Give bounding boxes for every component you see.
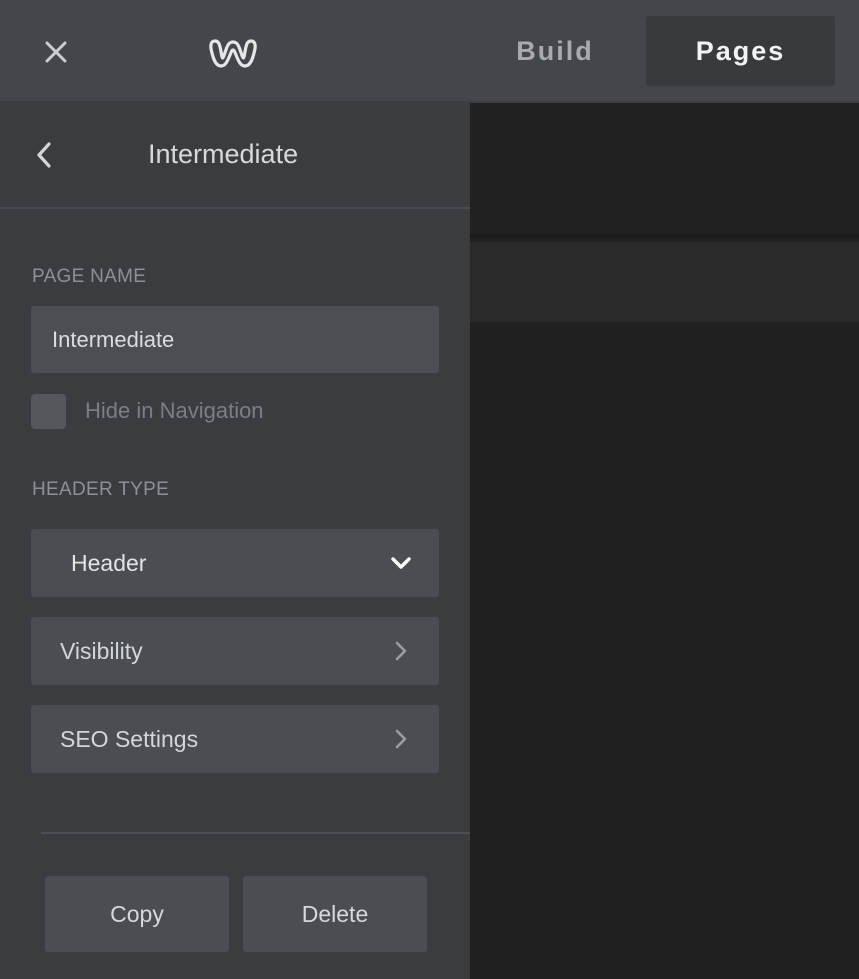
close-button[interactable]	[36, 32, 76, 72]
sidebar-header: Intermediate	[0, 103, 470, 209]
chevron-down-icon	[391, 557, 411, 569]
top-bar: Build Pages	[0, 0, 859, 103]
tab-build[interactable]: Build	[490, 16, 620, 86]
page-preview-canvas	[470, 103, 859, 979]
copy-button[interactable]: Copy	[45, 876, 229, 952]
editor-app: Build Pages Intermediate PAGE NAME Hide …	[0, 0, 859, 979]
delete-button[interactable]: Delete	[243, 876, 427, 952]
preview-nav-band	[470, 242, 859, 322]
back-button[interactable]	[24, 133, 64, 177]
header-type-value: Header	[71, 549, 147, 576]
visibility-row[interactable]: Visibility	[31, 617, 439, 685]
hide-in-navigation-label: Hide in Navigation	[85, 398, 264, 423]
section-divider	[41, 832, 470, 834]
visibility-label: Visibility	[60, 637, 143, 664]
page-name-input[interactable]	[31, 306, 439, 373]
hide-in-navigation-checkbox[interactable]	[31, 393, 66, 429]
header-type-select[interactable]: Header	[31, 529, 439, 597]
weebly-logo-icon	[209, 39, 257, 68]
header-type-label: HEADER TYPE	[32, 479, 170, 500]
chevron-right-icon	[395, 641, 407, 661]
seo-settings-row[interactable]: SEO Settings	[31, 705, 439, 773]
close-icon	[45, 41, 67, 63]
chevron-left-icon	[37, 142, 51, 168]
hide-in-navigation-toggle[interactable]: Hide in Navigation	[31, 392, 264, 430]
chevron-right-icon	[395, 729, 407, 749]
page-name-label: PAGE NAME	[32, 266, 147, 287]
sidebar-title: Intermediate	[148, 139, 299, 169]
page-settings-sidebar: Intermediate PAGE NAME Hide in Navigatio…	[0, 103, 470, 979]
seo-settings-label: SEO Settings	[60, 725, 199, 752]
preview-header-area	[470, 103, 859, 238]
tab-pages[interactable]: Pages	[646, 16, 835, 86]
